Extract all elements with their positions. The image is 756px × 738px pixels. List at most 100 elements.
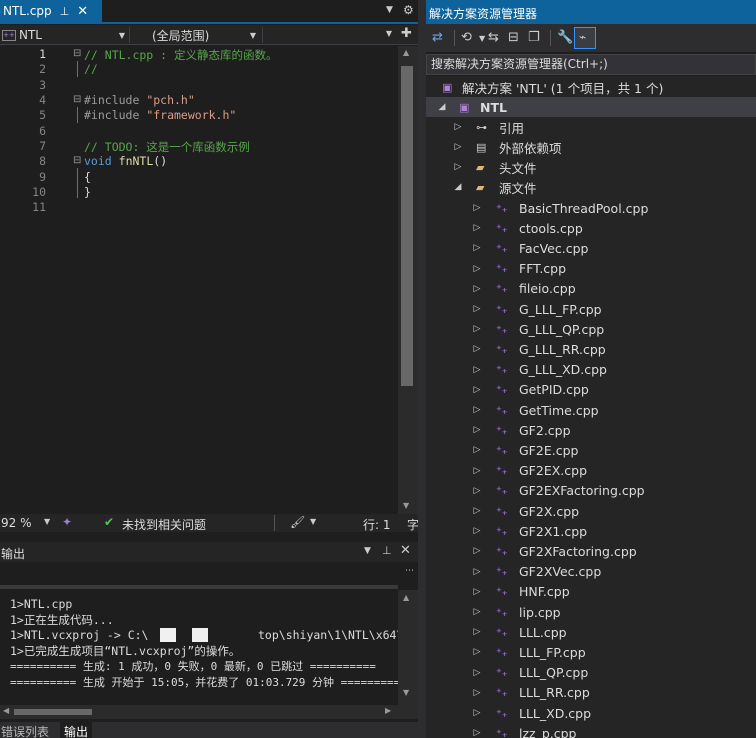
tree-item-file[interactable]: ▷ ⁺₊ GF2XVec.cpp <box>426 562 756 582</box>
tree-item-file[interactable]: ▷ ⁺₊ GF2.cpp <box>426 420 756 440</box>
collapsed-caret-icon[interactable]: ▷ <box>472 324 482 334</box>
output-horizontal-scrollbar[interactable]: ◀ ▶ <box>0 705 418 719</box>
tab-dropdown-icon[interactable]: ▼ <box>386 5 393 15</box>
tree-item-source-files[interactable]: ◢ ▰ 源文件 <box>426 177 756 197</box>
collapsed-caret-icon[interactable]: ▷ <box>472 466 482 476</box>
zoom-level[interactable]: 92 % <box>1 516 32 530</box>
tree-item-file[interactable]: ▷ ⁺₊ GF2E.cpp <box>426 440 756 460</box>
member-combo[interactable]: ▼ <box>262 27 396 43</box>
collapsed-caret-icon[interactable]: ▷ <box>472 264 482 274</box>
collapsed-caret-icon[interactable]: ▷ <box>472 627 482 637</box>
collapsed-caret-icon[interactable]: ▷ <box>453 162 463 172</box>
expanded-caret-icon[interactable]: ◢ <box>437 102 447 112</box>
tree-item-file[interactable]: ▷ ⁺₊ ctools.cpp <box>426 218 756 238</box>
tree-item-file[interactable]: ▷ ⁺₊ HNF.cpp <box>426 582 756 602</box>
tree-item-file[interactable]: ▷ ⁺₊ LLL.cpp <box>426 622 756 642</box>
collapsed-caret-icon[interactable]: ▷ <box>472 546 482 556</box>
collapse-all-icon[interactable]: ⊟ <box>508 30 519 45</box>
scrollbar-thumb[interactable] <box>401 66 413 386</box>
collapsed-caret-icon[interactable]: ▷ <box>472 526 482 536</box>
tree-item-file[interactable]: ▷ ⁺₊ GF2X.cpp <box>426 501 756 521</box>
expanded-caret-icon[interactable]: ◢ <box>453 182 463 192</box>
collapsed-caret-icon[interactable]: ▷ <box>472 607 482 617</box>
collapsed-caret-icon[interactable]: ▷ <box>472 405 482 415</box>
tree-item-file[interactable]: ▷ ⁺₊ GF2EXFactoring.cpp <box>426 481 756 501</box>
collapsed-caret-icon[interactable]: ▷ <box>472 728 482 738</box>
solution-search-input[interactable]: 搜索解决方案资源管理器(Ctrl+;) <box>426 54 756 75</box>
collapsed-caret-icon[interactable]: ▷ <box>472 344 482 354</box>
properties-icon[interactable]: 🔧 <box>557 30 573 45</box>
brush-icon[interactable]: 🖌 <box>290 515 305 529</box>
tree-item-file[interactable]: ▷ ⁺₊ GF2XFactoring.cpp <box>426 541 756 561</box>
tree-item-file[interactable]: ▷ ⁺₊ G_LLL_XD.cpp <box>426 360 756 380</box>
output-vertical-scrollbar[interactable]: ▲ ▼ <box>398 590 418 705</box>
collapsed-caret-icon[interactable]: ▷ <box>472 284 482 294</box>
sync-icon[interactable]: ⇄ <box>432 30 443 45</box>
tree-item-file[interactable]: ▷ ⁺₊ FacVec.cpp <box>426 238 756 258</box>
scroll-left-icon[interactable]: ◀ <box>3 706 9 715</box>
preview-button[interactable]: ⌁ <box>574 27 596 49</box>
collapsed-caret-icon[interactable]: ▷ <box>453 142 463 152</box>
collapsed-caret-icon[interactable]: ▷ <box>472 486 482 496</box>
tree-item-file[interactable]: ▷ ⁺₊ G_LLL_QP.cpp <box>426 319 756 339</box>
collapsed-caret-icon[interactable]: ▷ <box>472 587 482 597</box>
tree-item-file[interactable]: ▷ ⁺₊ G_LLL_FP.cpp <box>426 299 756 319</box>
collapsed-caret-icon[interactable]: ▷ <box>472 243 482 253</box>
scroll-up-icon[interactable]: ▲ <box>403 593 409 602</box>
tree-item-file[interactable]: ▷ ⁺₊ GF2X1.cpp <box>426 521 756 541</box>
tab-ntl-cpp[interactable]: NTL.cpp ⊥ ✕ <box>0 0 102 22</box>
scope-combo[interactable]: (全局范围) ▼ <box>132 27 260 43</box>
pending-changes-icon[interactable]: ⇆ <box>488 30 499 45</box>
code-editor[interactable]: 1 2 3 4 5 6 7 8 9 10 11 ⊟ ⊟ ⊟ // NTL.cpp… <box>0 46 398 514</box>
tree-item-file[interactable]: ▷ ⁺₊ GetTime.cpp <box>426 400 756 420</box>
tree-item-file[interactable]: ▷ ⁺₊ lzz_p.cpp <box>426 723 756 738</box>
collapsed-caret-icon[interactable]: ▷ <box>472 365 482 375</box>
collapsed-caret-icon[interactable]: ▷ <box>472 425 482 435</box>
close-icon[interactable]: ✕ <box>77 4 88 19</box>
tree-item-file[interactable]: ▷ ⁺₊ BasicThreadPool.cpp <box>426 198 756 218</box>
tree-item-file[interactable]: ▷ ⁺₊ LLL_FP.cpp <box>426 642 756 662</box>
chevron-down-icon[interactable]: ▼ <box>310 517 316 526</box>
tree-item-file[interactable]: ▷ ⁺₊ fileio.cpp <box>426 279 756 299</box>
split-icon[interactable]: ✚ <box>401 26 412 41</box>
tree-item-file[interactable]: ▷ ⁺₊ GF2EX.cpp <box>426 461 756 481</box>
pin-icon[interactable]: ⊥ <box>382 544 392 557</box>
scroll-up-icon[interactable]: ▲ <box>403 48 409 57</box>
tree-item-file[interactable]: ▷ ⁺₊ LLL_XD.cpp <box>426 703 756 723</box>
tab-error-list[interactable]: 错误列表 <box>1 723 49 738</box>
tree-item-external-deps[interactable]: ▷ ▤ 外部依赖项 <box>426 137 756 157</box>
collapsed-caret-icon[interactable]: ▷ <box>472 445 482 455</box>
collapsed-caret-icon[interactable]: ▷ <box>472 203 482 213</box>
output-text[interactable]: 1>NTL.cpp 1>正在生成代码... 1>NTL.vcxproj -> C… <box>0 590 407 689</box>
tree-item-references[interactable]: ▷ ⊶ 引用 <box>426 117 756 137</box>
show-all-files-icon[interactable]: ❐ <box>528 30 540 45</box>
collapsed-caret-icon[interactable]: ▷ <box>472 567 482 577</box>
tree-item-file[interactable]: ▷ ⁺₊ LLL_QP.cpp <box>426 663 756 683</box>
chevron-down-icon[interactable]: ▼ <box>44 517 50 526</box>
chevron-down-icon[interactable]: ▼ <box>479 34 485 43</box>
collapsed-caret-icon[interactable]: ▷ <box>472 506 482 516</box>
collapsed-caret-icon[interactable]: ▷ <box>472 688 482 698</box>
close-icon[interactable]: ✕ <box>400 543 411 558</box>
collapsed-caret-icon[interactable]: ▷ <box>472 708 482 718</box>
collapsed-caret-icon[interactable]: ▷ <box>472 647 482 657</box>
tree-item-solution[interactable]: ▣ 解决方案 'NTL' (1 个项目，共 1 个) <box>426 77 756 97</box>
panel-divider[interactable] <box>418 0 426 738</box>
collapsed-caret-icon[interactable]: ▷ <box>472 304 482 314</box>
scroll-down-icon[interactable]: ▼ <box>403 688 409 697</box>
tree-item-header-files[interactable]: ▷ ▰ 头文件 <box>426 157 756 177</box>
issues-status[interactable]: 未找到相关问题 <box>122 516 206 533</box>
fold-toggle-icon[interactable]: ⊟ <box>73 48 81 59</box>
tree-item-file[interactable]: ▷ ⁺₊ GetPID.cpp <box>426 380 756 400</box>
tree-item-file[interactable]: ▷ ⁺₊ lip.cpp <box>426 602 756 622</box>
collapsed-caret-icon[interactable]: ▷ <box>472 385 482 395</box>
gear-icon[interactable]: ⚙ <box>403 3 414 17</box>
tree-item-project[interactable]: ◢ ▣ NTL <box>426 97 756 117</box>
tab-output[interactable]: 输出 <box>60 722 93 738</box>
scroll-down-icon[interactable]: ▼ <box>403 501 409 510</box>
copilot-icon[interactable]: ✦ <box>62 515 72 529</box>
fold-toggle-icon[interactable]: ⊟ <box>73 155 81 166</box>
overflow-icon[interactable]: ⋯ <box>405 566 414 576</box>
collapsed-caret-icon[interactable]: ▷ <box>472 223 482 233</box>
collapsed-caret-icon[interactable]: ▷ <box>453 122 463 132</box>
